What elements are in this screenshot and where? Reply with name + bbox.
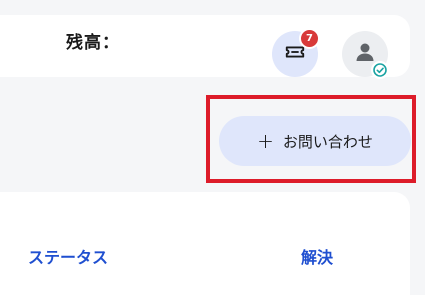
notification-badge: 7 bbox=[299, 28, 320, 49]
plus-icon: + bbox=[257, 129, 274, 153]
column-header-status: ステータス bbox=[28, 248, 109, 267]
balance-label: 残高： bbox=[66, 33, 120, 53]
inquiry-button-label: お問い合わせ bbox=[282, 132, 373, 151]
column-header-resolve: 解決 bbox=[301, 248, 334, 267]
page: 残高： 7 + お問い合わせ ステータス 解決 bbox=[0, 0, 425, 295]
inquiry-button[interactable]: + お問い合わせ bbox=[219, 116, 411, 166]
check-circle-icon bbox=[371, 61, 389, 79]
